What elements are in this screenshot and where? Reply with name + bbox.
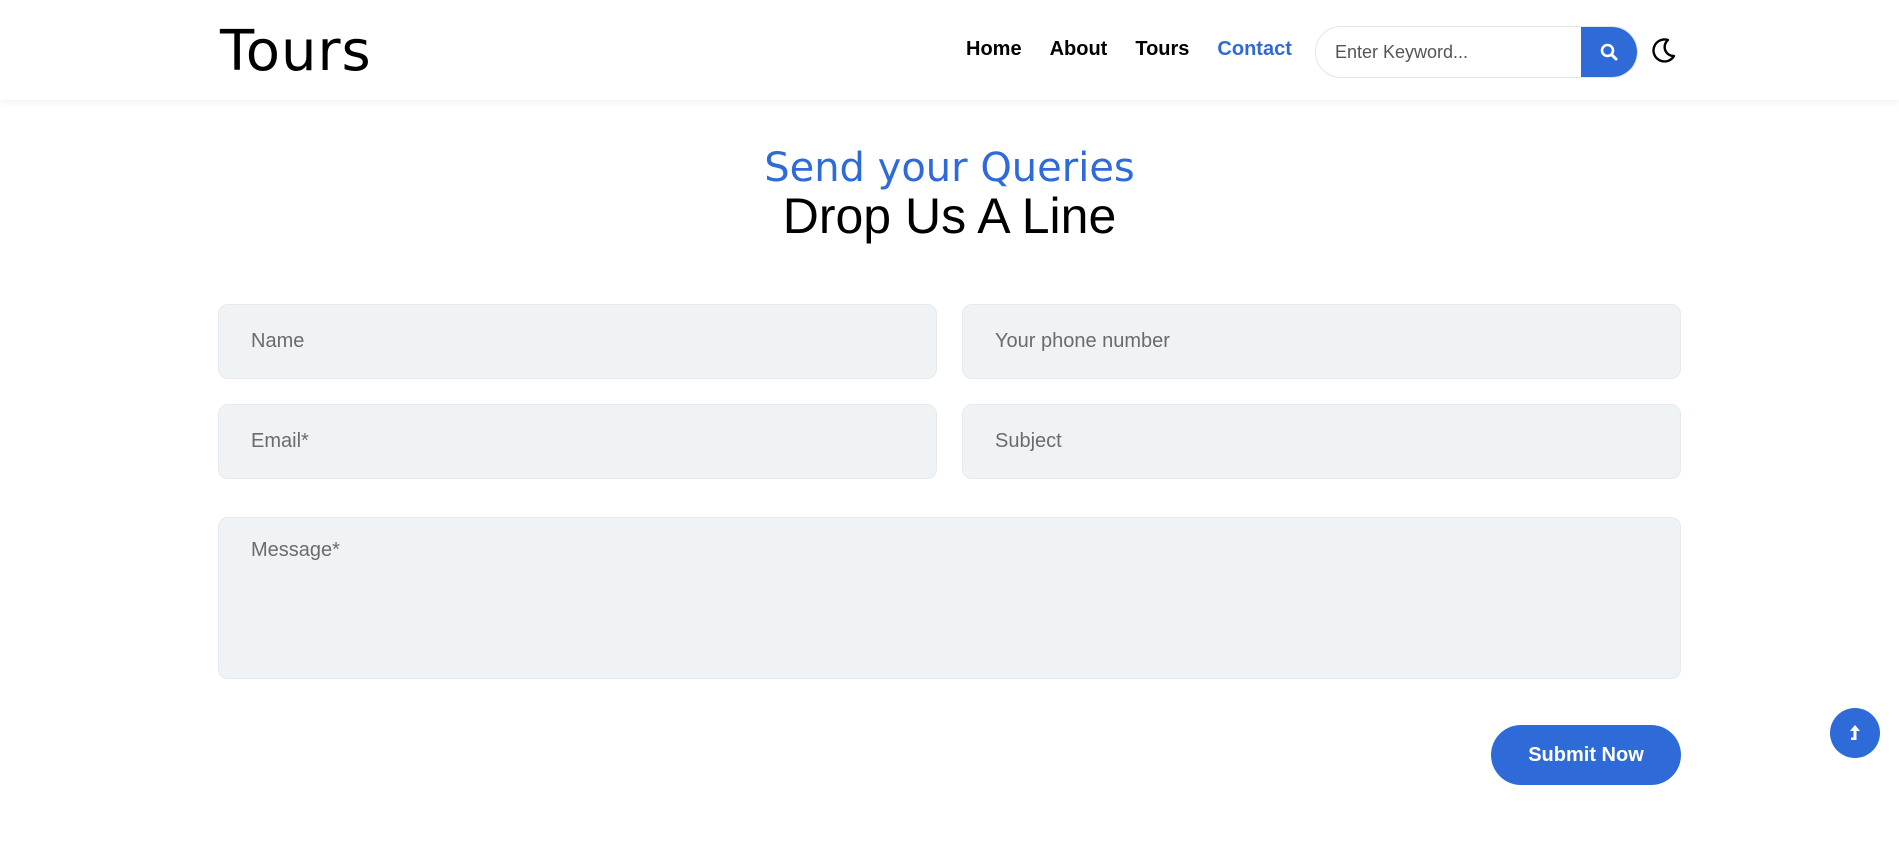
- nav-item-about[interactable]: About: [1050, 38, 1108, 61]
- nav-item-tours[interactable]: Tours: [1135, 38, 1189, 61]
- nav-item-home[interactable]: Home: [966, 38, 1022, 61]
- site-header: Tours Home About Tours Contact: [0, 0, 1899, 100]
- main-nav: Home About Tours Contact: [966, 38, 1292, 61]
- section-subtitle: Send your Queries: [764, 145, 1135, 191]
- theme-toggle-button[interactable]: [1648, 34, 1680, 66]
- site-logo[interactable]: Tours: [220, 20, 372, 84]
- message-field[interactable]: [218, 517, 1681, 679]
- section-title: Drop Us A Line: [782, 188, 1117, 244]
- moon-icon: [1652, 38, 1676, 63]
- subject-field[interactable]: [962, 404, 1681, 479]
- search-box: [1315, 26, 1638, 78]
- nav-item-contact[interactable]: Contact: [1217, 38, 1291, 61]
- search-icon: [1600, 43, 1618, 61]
- arrow-up-icon: [1850, 725, 1860, 740]
- search-input[interactable]: [1316, 27, 1581, 77]
- email-field[interactable]: [218, 404, 937, 479]
- submit-button[interactable]: Submit Now: [1491, 725, 1681, 785]
- scroll-to-top-button[interactable]: [1830, 708, 1880, 758]
- phone-field[interactable]: [962, 304, 1681, 379]
- search-button[interactable]: [1581, 27, 1637, 77]
- name-field[interactable]: [218, 304, 937, 379]
